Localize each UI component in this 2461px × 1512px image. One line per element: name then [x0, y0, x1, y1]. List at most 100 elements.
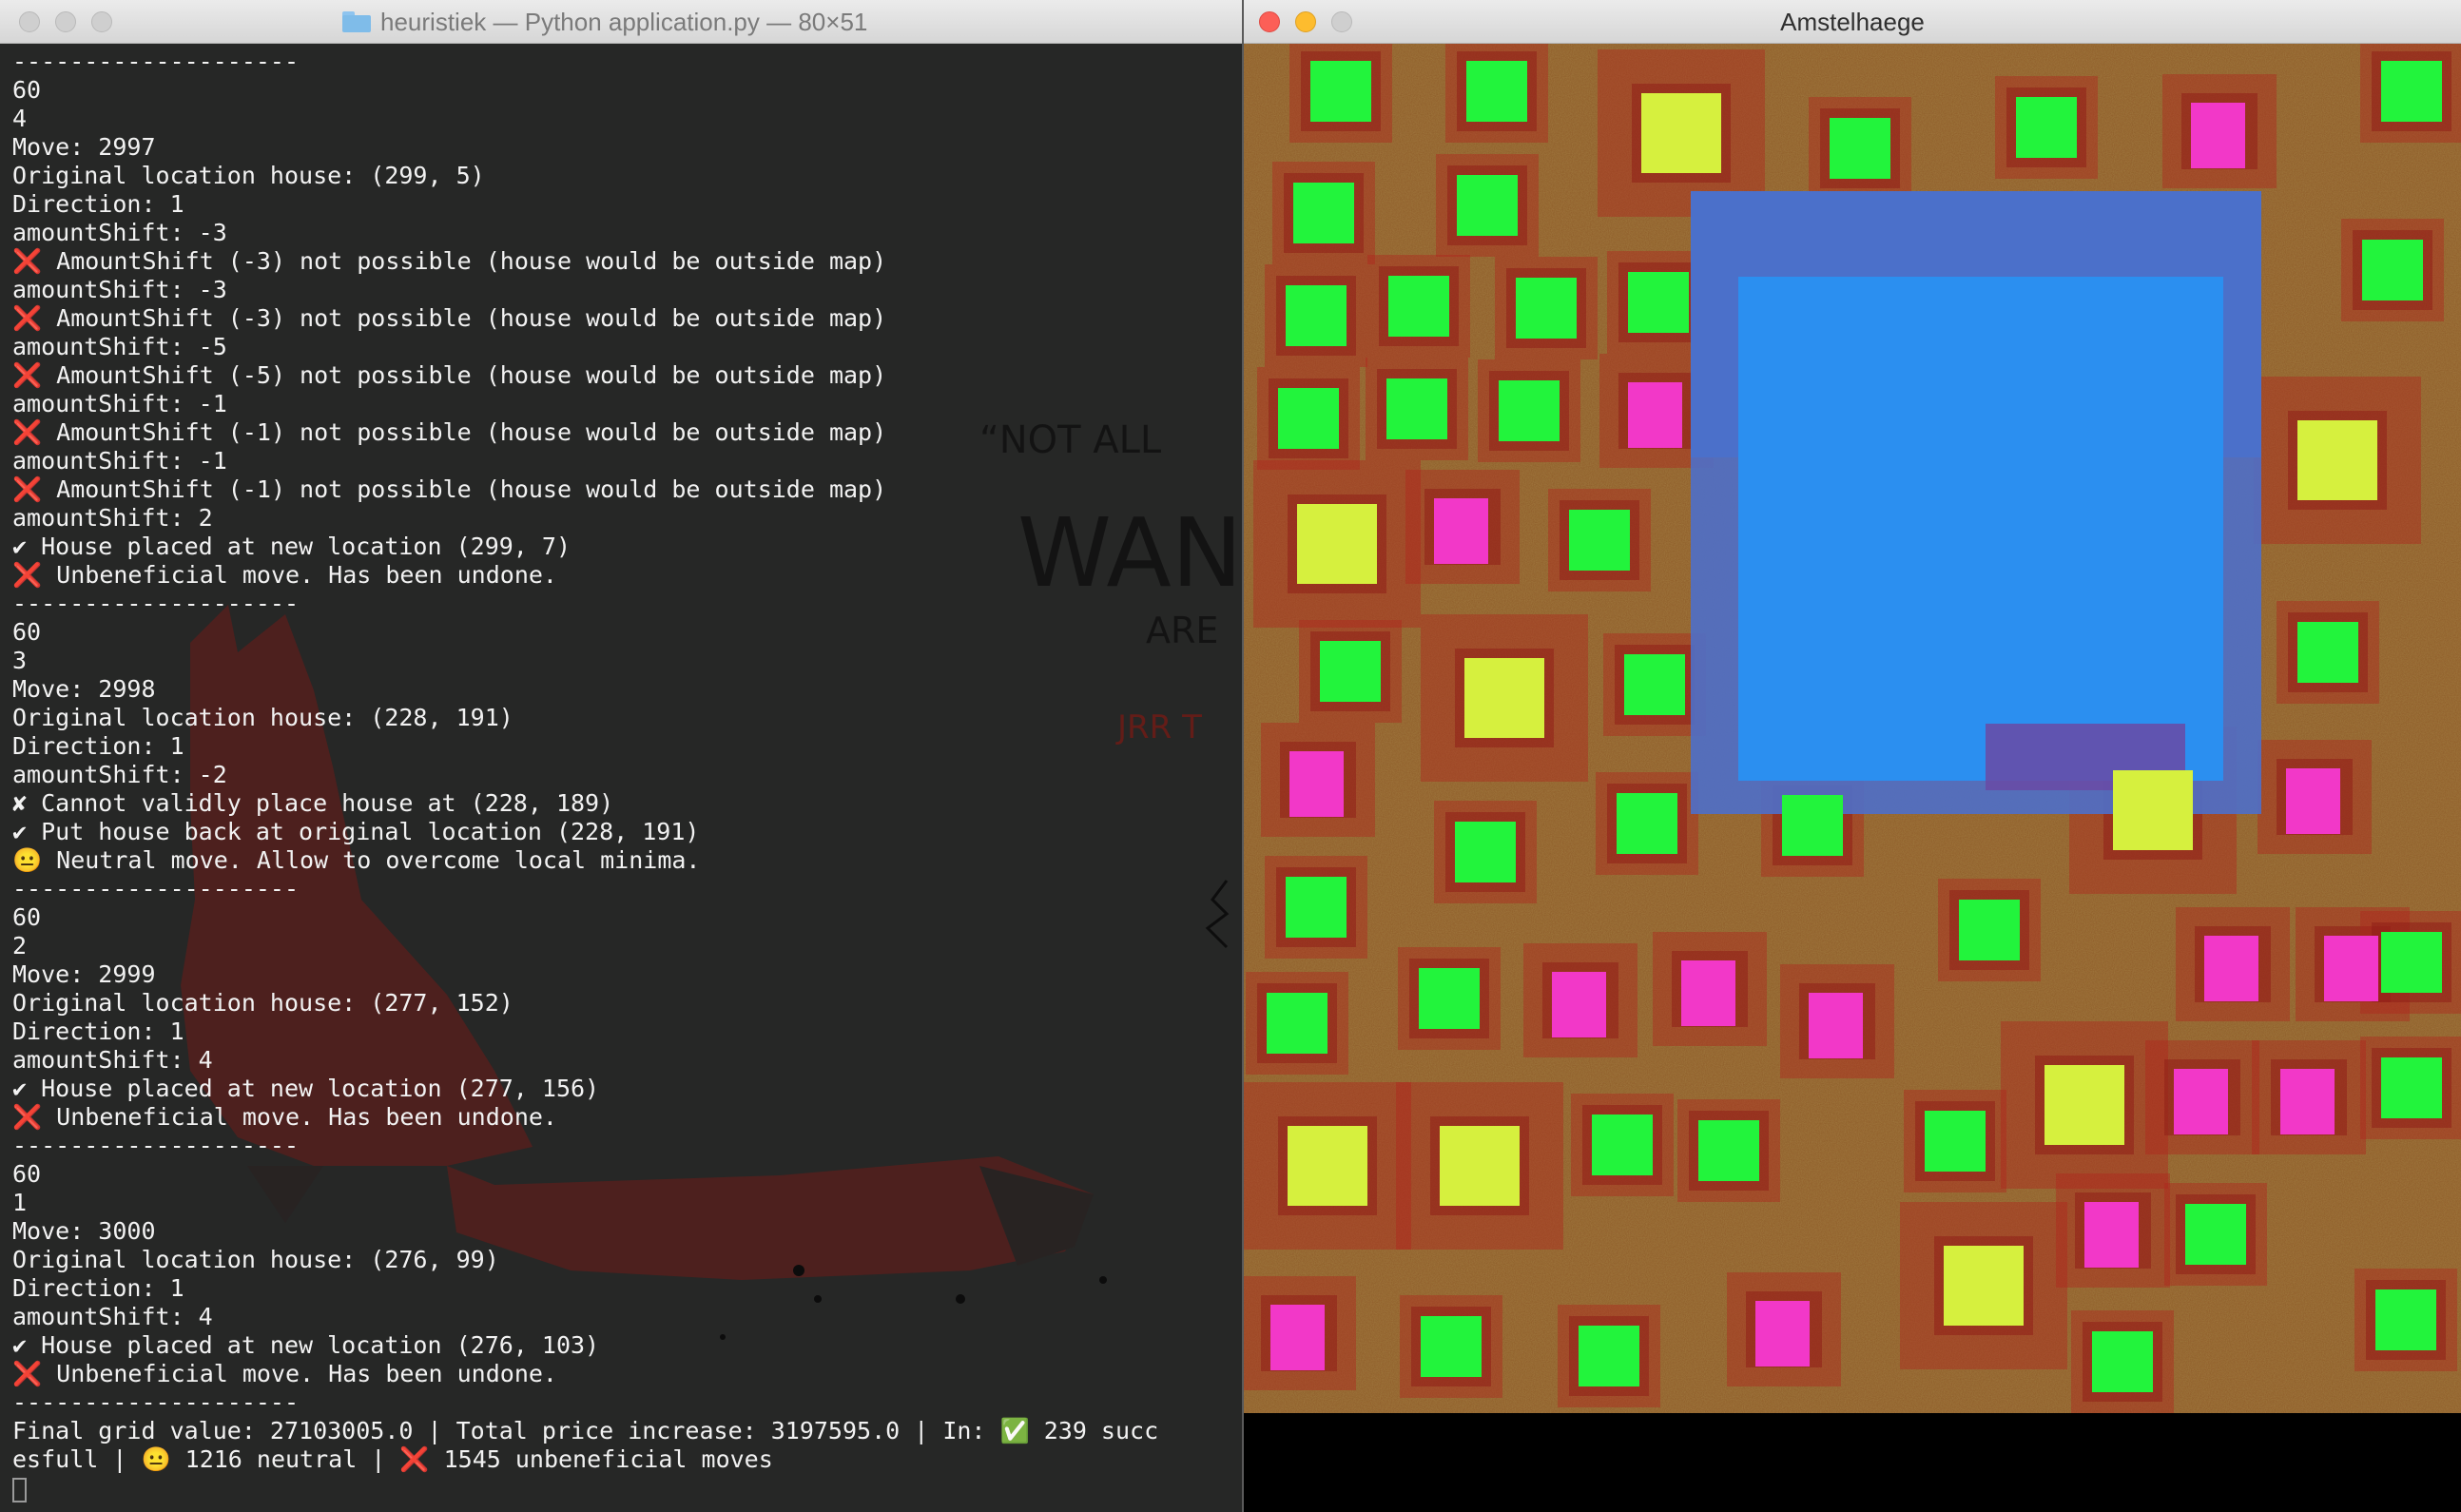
terminal-line: 😐 Neutral move. Allow to overcome local … — [12, 846, 701, 874]
maison-house — [1641, 93, 1721, 173]
maison-house — [2044, 1065, 2124, 1145]
single-family-house — [1516, 278, 1577, 339]
terminal-line: 1 — [12, 1189, 28, 1216]
terminal-line: 2 — [12, 932, 28, 960]
maison-house — [2297, 420, 2377, 500]
bungalow-house — [1552, 972, 1606, 1037]
terminal-line: ❌ AmountShift (-1) not possible (house w… — [12, 418, 887, 446]
terminal-line: ❌ AmountShift (-5) not possible (house w… — [12, 361, 887, 389]
bungalow-house — [1434, 498, 1488, 564]
single-family-house — [1455, 822, 1516, 882]
bungalow-house — [1755, 1301, 1810, 1367]
terminal-line: 60 — [12, 76, 42, 104]
map-footer — [1244, 1413, 2461, 1512]
terminal-line: Original location house: (277, 152) — [12, 989, 514, 1017]
single-family-house — [2092, 1331, 2153, 1392]
single-family-house — [1592, 1115, 1653, 1175]
terminal-line: amountShift: -3 — [12, 219, 227, 246]
terminal-line: Original location house: (276, 99) — [12, 1246, 499, 1273]
maison-house — [1440, 1126, 1520, 1206]
terminal-line: -------------------- — [12, 590, 300, 617]
terminal-line: amountShift: -2 — [12, 761, 227, 788]
single-family-house — [1388, 276, 1449, 337]
terminal-line: Move: 2998 — [12, 675, 156, 703]
terminal-line: Direction: 1 — [12, 190, 184, 218]
single-family-house — [1569, 510, 1630, 571]
single-family-house — [1310, 61, 1371, 122]
terminal-line: ✔ Put house back at original location (2… — [12, 818, 700, 845]
bungalow-house — [1628, 382, 1682, 448]
terminal-window: heuristiek — Python application.py — 80×… — [0, 0, 1242, 1512]
bungalow-house — [2191, 103, 2245, 168]
folder-icon — [342, 11, 371, 32]
terminal-line: ❌ AmountShift (-1) not possible (house w… — [12, 475, 887, 503]
zoom-button[interactable] — [91, 11, 112, 32]
terminal-line: esfull | 😐 1216 neutral | ❌ 1545 unbenef… — [12, 1445, 773, 1473]
map-canvas[interactable] — [1244, 44, 2461, 1413]
terminal-line: Move: 2997 — [12, 133, 156, 161]
terminal-line: 60 — [12, 1160, 42, 1188]
terminal-line: amountShift: 2 — [12, 504, 213, 532]
terminal-line: 60 — [12, 903, 42, 931]
bungalow-house — [1809, 993, 1863, 1058]
game-titlebar[interactable]: Amstelhaege — [1244, 0, 2461, 44]
single-family-house — [1457, 175, 1518, 236]
terminal-line: ❌ AmountShift (-3) not possible (house w… — [12, 304, 887, 332]
minimize-button[interactable] — [55, 11, 76, 32]
terminal-line: ✔ House placed at new location (276, 103… — [12, 1331, 600, 1359]
terminal-line: -------------------- — [12, 875, 300, 902]
single-family-house — [2381, 932, 2442, 993]
terminal-line: 60 — [12, 618, 42, 646]
terminal-line: amountShift: 4 — [12, 1046, 213, 1074]
single-family-house — [1286, 285, 1347, 346]
terminal-titlebar[interactable]: heuristiek — Python application.py — 80×… — [0, 0, 1242, 44]
single-family-house — [2185, 1204, 2246, 1265]
single-family-house — [1466, 61, 1527, 122]
terminal-cursor — [12, 1478, 27, 1502]
terminal-line: Original location house: (299, 5) — [12, 162, 485, 189]
terminal-line: Direction: 1 — [12, 732, 184, 760]
terminal-line: 3 — [12, 647, 28, 674]
bungalow-house — [2084, 1202, 2139, 1268]
bungalow-house — [2286, 768, 2340, 834]
terminal-line: amountShift: -3 — [12, 276, 227, 303]
single-family-house — [1579, 1326, 1639, 1386]
maison-house — [1464, 658, 1544, 738]
terminal-line: ❌ Unbeneficial move. Has been undone. — [12, 561, 557, 589]
single-family-house — [1267, 993, 1327, 1054]
single-family-house — [2375, 1289, 2436, 1350]
single-family-house — [1421, 1316, 1482, 1377]
terminal-line: Final grid value: 27103005.0 | Total pri… — [12, 1417, 1159, 1444]
terminal-line: ✘ Cannot validly place house at (228, 18… — [12, 789, 614, 817]
terminal-line: amountShift: -5 — [12, 333, 227, 360]
terminal-line: Move: 3000 — [12, 1217, 156, 1245]
single-family-house — [1499, 380, 1560, 441]
single-family-house — [2016, 97, 2077, 158]
terminal-output[interactable]: -------------------- 60 4 Move: 2997 Origina… — [12, 48, 1239, 1474]
single-family-house — [2362, 240, 2423, 300]
bungalow-house — [1681, 960, 1735, 1026]
maison-house — [1297, 504, 1377, 584]
single-family-house — [1286, 877, 1347, 938]
terminal-line: amountShift: -1 — [12, 390, 227, 417]
desktop: heuristiek — Python application.py — 80×… — [0, 0, 2461, 1512]
terminal-title-text: heuristiek — Python application.py — 80×… — [380, 7, 868, 36]
terminal-line: ✔ House placed at new location (277, 156… — [12, 1075, 600, 1102]
bungalow-house — [2204, 936, 2258, 1001]
terminal-line: 4 — [12, 105, 28, 132]
game-title: Amstelhaege — [1780, 8, 1925, 36]
terminal-line: Direction: 1 — [12, 1274, 184, 1302]
maison-house — [1944, 1246, 2024, 1326]
maison-house — [2113, 770, 2193, 850]
single-family-house — [1293, 183, 1354, 243]
terminal-line: Move: 2999 — [12, 960, 156, 988]
terminal-line: Original location house: (228, 191) — [12, 704, 514, 731]
terminal-line: ❌ Unbeneficial move. Has been undone. — [12, 1103, 557, 1131]
terminal-line: -------------------- — [12, 1388, 300, 1416]
close-button[interactable] — [19, 11, 40, 32]
water-body — [1738, 277, 2223, 781]
single-family-house — [1617, 793, 1677, 854]
single-family-house — [1320, 641, 1381, 702]
single-family-house — [1386, 378, 1447, 439]
terminal-line: amountShift: 4 — [12, 1303, 213, 1330]
